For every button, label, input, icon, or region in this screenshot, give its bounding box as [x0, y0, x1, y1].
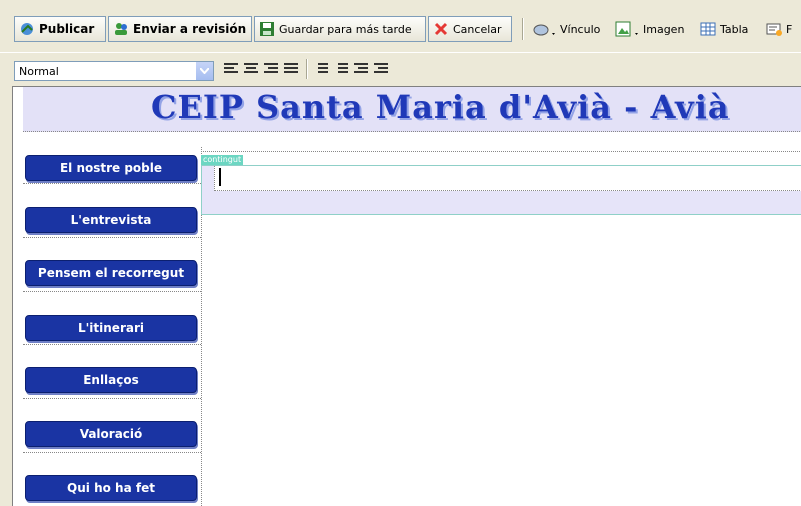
- nav-item-pensem-el-recorregut[interactable]: Pensem el recorregut: [25, 260, 197, 286]
- save-later-button[interactable]: Guardar para más tarde: [254, 16, 426, 42]
- publish-button[interactable]: Publicar: [14, 16, 106, 42]
- align-right-icon[interactable]: [264, 63, 278, 77]
- align-left-icon[interactable]: [224, 63, 238, 77]
- more-label: F: [786, 22, 793, 36]
- image-button[interactable]: Imagen: [615, 18, 684, 40]
- divider: [23, 452, 201, 453]
- nav-item-valoracio[interactable]: Valoració: [25, 421, 197, 447]
- send-review-label: Enviar a revisión: [133, 22, 247, 36]
- form-icon: [766, 21, 782, 37]
- more-button[interactable]: F: [766, 18, 792, 40]
- send-review-button[interactable]: Enviar a revisión: [108, 16, 252, 42]
- align-center-icon[interactable]: [244, 63, 258, 77]
- page-title: CEIP Santa Maria d'Avià - Avià: [151, 88, 730, 126]
- cancel-button[interactable]: Cancelar: [428, 16, 512, 42]
- toolbar-separator: [522, 18, 524, 40]
- decrease-indent-icon[interactable]: [354, 63, 368, 77]
- nav-item-enllacos[interactable]: Enllaços: [25, 367, 197, 393]
- style-select[interactable]: Normal: [14, 61, 214, 81]
- divider: [23, 237, 201, 238]
- link-icon: [532, 21, 556, 37]
- table-label: Tabla: [720, 22, 749, 36]
- editor-canvas[interactable]: CEIP Santa Maria d'Avià - Avià El nostre…: [12, 86, 801, 506]
- table-icon: [700, 21, 716, 37]
- close-icon: [433, 21, 449, 37]
- table-button[interactable]: Tabla: [700, 18, 748, 40]
- style-select-value: Normal: [19, 64, 59, 78]
- align-justify-icon[interactable]: [284, 63, 298, 77]
- save-later-label: Guardar para más tarde: [279, 22, 412, 36]
- main-toolbar: Publicar Enviar a revisión Guardar para …: [0, 0, 801, 52]
- text-cursor: [219, 168, 221, 186]
- link-button[interactable]: Vínculo: [532, 18, 600, 40]
- page-banner: CEIP Santa Maria d'Avià - Avià: [23, 87, 801, 132]
- format-separator: [306, 59, 308, 79]
- format-toolbar: Normal: [0, 52, 801, 85]
- cancel-label: Cancelar: [453, 22, 502, 36]
- publish-icon: [19, 21, 35, 37]
- save-icon: [259, 21, 275, 37]
- image-label: Imagen: [643, 22, 685, 36]
- nav-item-qui-ho-ha-fet[interactable]: Qui ho ha fet: [25, 475, 197, 501]
- nav-item-el-nostre-poble[interactable]: El nostre poble: [25, 155, 197, 181]
- divider: [23, 344, 201, 345]
- content-region[interactable]: [201, 165, 801, 215]
- users-icon: [113, 21, 129, 37]
- divider: [23, 183, 201, 184]
- numbered-list-icon[interactable]: [314, 63, 328, 77]
- divider: [23, 398, 201, 399]
- content-region-tag[interactable]: contingut: [201, 155, 244, 165]
- nav-item-lentrevista[interactable]: L'entrevista: [25, 207, 197, 233]
- chevron-down-icon[interactable]: [195, 62, 213, 80]
- publish-label: Publicar: [39, 22, 95, 36]
- content-editable-cell[interactable]: [214, 166, 801, 191]
- divider: [23, 291, 201, 292]
- nav-item-litinerari[interactable]: L'itinerari: [25, 315, 197, 341]
- sidebar-nav: El nostre poble L'entrevista Pensem el r…: [23, 147, 202, 506]
- increase-indent-icon[interactable]: [374, 63, 388, 77]
- link-label: Vínculo: [560, 22, 601, 36]
- bulleted-list-icon[interactable]: [334, 63, 348, 77]
- divider: [201, 151, 801, 152]
- image-icon: [615, 21, 639, 37]
